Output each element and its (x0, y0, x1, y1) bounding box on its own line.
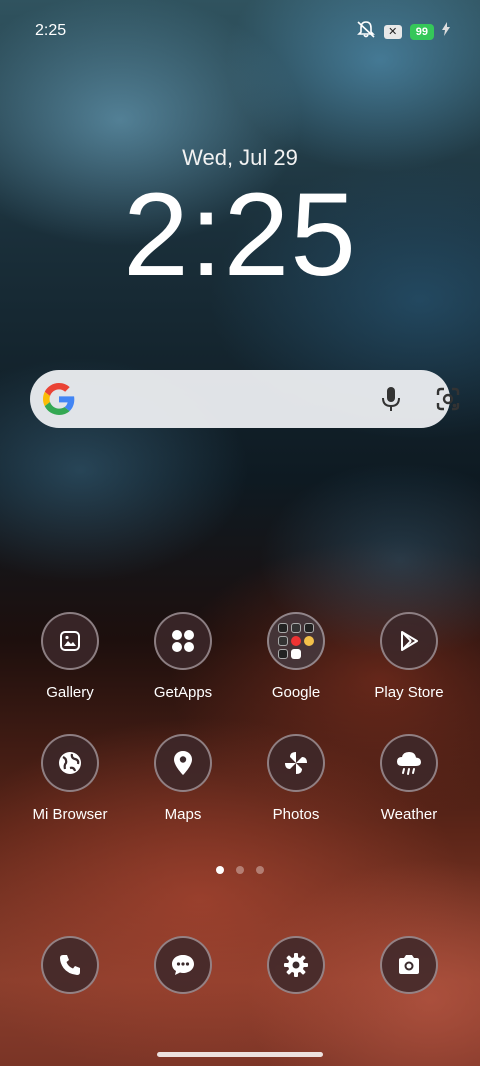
dock-camera[interactable] (353, 936, 465, 994)
clock-time: 2:25 (123, 169, 357, 301)
app-gallery[interactable]: Gallery (14, 612, 126, 701)
page-indicator (0, 866, 480, 874)
app-label: Gallery (46, 684, 94, 701)
sim-x-icon: ✕ (383, 24, 402, 39)
app-mi-browser[interactable]: Mi Browser (14, 734, 126, 823)
play-store-icon (380, 612, 438, 670)
lens-camera-icon[interactable] (435, 386, 461, 417)
app-label: Mi Browser (32, 806, 108, 823)
pinwheel-icon (267, 734, 325, 792)
gesture-home-bar[interactable] (157, 1052, 323, 1057)
app-label: Google (271, 684, 321, 701)
app-photos[interactable]: Photos (240, 734, 352, 823)
charging-icon (442, 22, 450, 41)
mute-icon (356, 20, 376, 43)
app-label: Maps (164, 806, 202, 823)
app-weather[interactable]: Weather (353, 734, 465, 823)
app-getapps[interactable]: GetApps (127, 612, 239, 701)
google-search-bar[interactable] (30, 370, 460, 428)
app-label: GetApps (153, 684, 213, 701)
folder-google[interactable]: Google (240, 612, 352, 701)
app-label: Weather (380, 806, 438, 823)
clock-date: Wed, Jul 29 (182, 145, 298, 170)
gallery-icon (41, 612, 99, 670)
folder-icon (267, 612, 325, 670)
dock-settings[interactable] (240, 936, 352, 994)
page-dot[interactable] (236, 866, 244, 874)
cloud-rain-icon (380, 734, 438, 792)
battery-icon: 99 (409, 23, 434, 40)
status-time: 2:25 (35, 22, 67, 39)
page-dot-active[interactable] (216, 866, 224, 874)
app-maps[interactable]: Maps (127, 734, 239, 823)
app-label: Photos (272, 806, 320, 823)
dock-phone[interactable] (14, 936, 126, 994)
globe-icon (41, 734, 99, 792)
messages-icon (154, 936, 212, 994)
page-dot[interactable] (256, 866, 264, 874)
camera-icon (380, 936, 438, 994)
settings-icon (267, 936, 325, 994)
app-play-store[interactable]: Play Store (353, 612, 465, 701)
app-label: Play Store (374, 684, 444, 701)
mic-icon[interactable] (380, 385, 402, 418)
google-logo-icon (43, 383, 75, 420)
dock-messages[interactable] (127, 936, 239, 994)
map-pin-icon (154, 734, 212, 792)
phone-icon (41, 936, 99, 994)
status-icons: ✕ 99 (356, 20, 450, 43)
getapps-icon (154, 612, 212, 670)
